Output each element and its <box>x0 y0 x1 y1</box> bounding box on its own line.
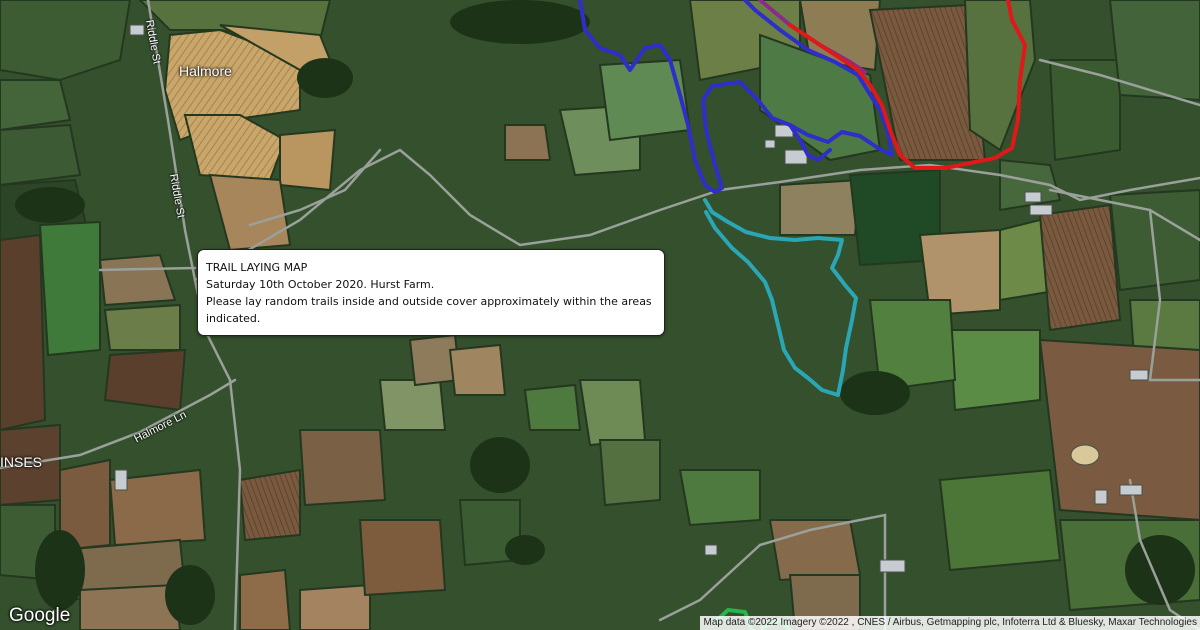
google-logo[interactable]: Google <box>9 605 70 627</box>
info-box-title: TRAIL LAYING MAP <box>206 261 308 274</box>
info-box-date: Saturday 10th October 2020. Hurst Farm. <box>206 278 435 291</box>
place-label-halmore: Halmore <box>179 63 232 79</box>
place-label-inses: INSES <box>0 454 43 470</box>
info-box-instructions: Please lay random trails inside and outs… <box>206 295 652 325</box>
map-attribution[interactable]: Map data ©2022 Imagery ©2022 , CNES / Ai… <box>700 616 1200 630</box>
trail-info-box: TRAIL LAYING MAP Saturday 10th October 2… <box>197 249 665 336</box>
